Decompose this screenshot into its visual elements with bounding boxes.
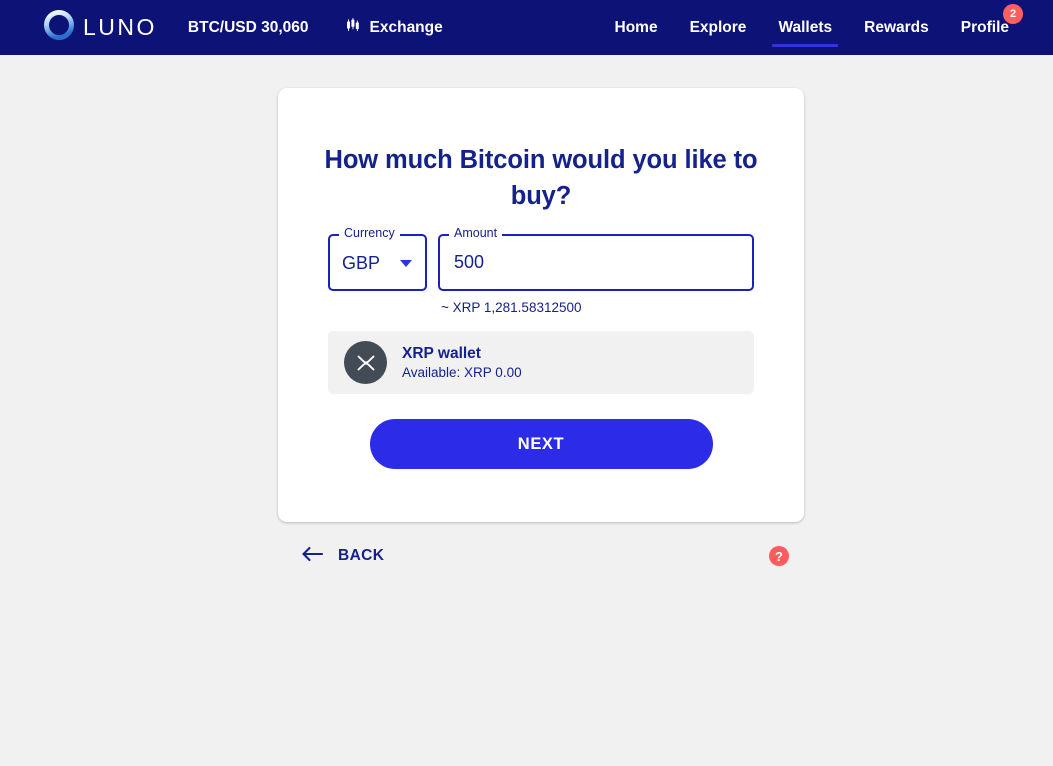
exchange-link[interactable]: Exchange — [345, 17, 443, 39]
conversion-estimate: ~ XRP 1,281.58312500 — [441, 300, 582, 315]
xrp-coin-icon — [344, 341, 387, 384]
currency-select[interactable]: Currency GBP — [328, 227, 427, 291]
nav-item-wallets[interactable]: Wallets — [762, 2, 848, 53]
nav-item-rewards-label: Rewards — [864, 19, 929, 36]
nav-item-explore-label: Explore — [689, 19, 747, 36]
card-footer: BACK ? — [278, 538, 804, 574]
next-button-container: NEXT — [278, 394, 804, 469]
back-button[interactable]: BACK — [301, 546, 384, 567]
luno-wordmark: LUNO — [83, 13, 157, 40]
nav-item-wallets-label: Wallets — [778, 19, 833, 36]
page-title: How much Bitcoin would you like to buy? — [324, 146, 758, 210]
nav-item-profile[interactable]: Profile 2 — [945, 2, 1025, 53]
wallet-selector-row[interactable]: XRP wallet Available: XRP 0.00 — [328, 331, 754, 394]
navbar-menu: Home Explore Wallets Rewards Profile 2 — [599, 2, 1026, 53]
luno-logo[interactable]: LUNO — [44, 10, 157, 45]
nav-item-home[interactable]: Home — [599, 2, 674, 53]
luno-ring-logo-icon — [44, 10, 74, 45]
next-button[interactable]: NEXT — [369, 419, 713, 469]
page-content: How much Bitcoin would you like to buy? … — [0, 55, 1053, 766]
amount-entry-row: Currency GBP Amount — [278, 214, 804, 291]
arrow-left-icon — [301, 546, 325, 567]
notification-badge: 2 — [1003, 4, 1023, 24]
nav-item-explore[interactable]: Explore — [674, 2, 763, 53]
nav-item-home-label: Home — [614, 19, 658, 36]
exchange-label: Exchange — [369, 18, 443, 36]
amount-label: Amount — [449, 227, 503, 240]
candlestick-chart-icon — [345, 17, 362, 39]
wallet-name: XRP wallet — [402, 345, 481, 362]
nav-item-rewards[interactable]: Rewards — [848, 2, 945, 53]
nav-item-profile-label: Profile — [960, 19, 1009, 36]
help-button[interactable]: ? — [769, 546, 789, 566]
wallet-available-balance: Available: XRP 0.00 — [402, 364, 522, 380]
wallet-text-group: XRP wallet Available: XRP 0.00 — [402, 346, 522, 379]
amount-input[interactable] — [454, 252, 738, 273]
top-navigation-bar: LUNO BTC/USD 30,060 Exchange Home Explor… — [0, 0, 1053, 55]
chevron-down-icon[interactable] — [400, 259, 412, 267]
btc-usd-ticker[interactable]: BTC/USD 30,060 — [188, 19, 309, 37]
currency-label: Currency — [339, 227, 400, 240]
back-button-label: BACK — [338, 547, 385, 564]
amount-input-wrapper[interactable]: Amount — [438, 227, 754, 291]
buy-bitcoin-card: How much Bitcoin would you like to buy? … — [278, 88, 804, 522]
navbar-left-group: LUNO BTC/USD 30,060 Exchange — [44, 10, 443, 45]
